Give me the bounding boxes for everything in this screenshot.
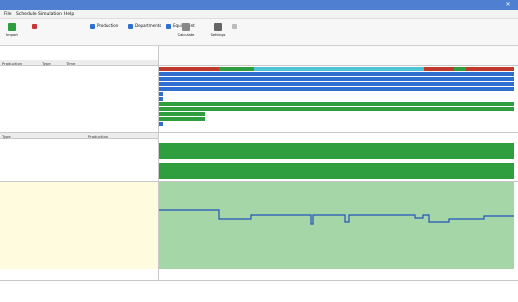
gantt-task-bar[interactable] [159,77,514,81]
chart-legend-panel [0,182,158,269]
resource-bars [159,133,518,181]
resource-table-body [0,139,158,181]
gantt-task-bar[interactable] [159,87,514,91]
load-line [159,209,514,225]
gantt-summary-bar[interactable] [254,67,424,71]
gantt-task-bar[interactable] [159,102,514,106]
settings-icon [214,23,222,31]
gantt-task-bar[interactable] [159,72,514,76]
menu-file[interactable]: File [4,12,12,17]
timeline-days [159,54,518,60]
gantt-task-bar[interactable] [159,107,514,111]
departments-label: Departments [135,23,162,28]
timeline-header [159,46,518,66]
production-button[interactable]: Production [90,23,118,29]
tool1-icon [32,23,37,29]
equipment-icon [166,23,171,29]
gantt-summary-bar[interactable] [454,67,466,71]
load-chart-svg [159,209,514,225]
import-label: Import [6,33,18,37]
gantt-task-bar[interactable] [159,122,163,126]
menu-schedule[interactable]: Schedule [16,12,37,17]
ribbon-toolbar: Import Production Departments Equipment … [0,19,518,46]
gantt-area [159,66,518,132]
gantt-summary-bar[interactable] [424,67,454,71]
settings-label: Settings [210,33,226,37]
tool5-icon [232,23,237,29]
chart-y-axis [150,183,159,268]
import-icon [8,23,16,31]
resource-bar[interactable] [159,155,514,159]
gantt-summary-bar[interactable] [466,67,514,71]
toolbar-button-5[interactable] [232,23,239,29]
toolbar-button-1[interactable] [32,23,39,29]
settings-button[interactable]: Settings [208,23,228,37]
bottom-bar [0,280,518,290]
calculate-label: Calculate [177,33,195,37]
task-table-body [0,66,158,132]
menu-bar: File Schedule Simulation Help [0,10,518,19]
table-row[interactable] [0,126,158,131]
title-bar: ✕ [0,0,518,10]
gantt-summary-bar[interactable] [159,67,219,71]
departments-button[interactable]: Departments [128,23,161,29]
production-icon [90,23,95,29]
menu-simulation[interactable]: Simulation [38,12,62,17]
calculate-icon [182,23,190,31]
menu-help[interactable]: Help [64,12,74,17]
calculate-button[interactable]: Calculate [176,23,196,37]
gantt-summary-bar[interactable] [219,67,254,71]
gantt-task-bar[interactable] [159,82,514,86]
resource-bar[interactable] [159,175,514,179]
departments-icon [128,23,133,29]
gantt-task-bar[interactable] [159,97,163,101]
import-button[interactable]: Import [2,23,22,37]
load-chart [159,182,514,269]
gantt-task-bar[interactable] [159,112,205,116]
gantt-task-bar[interactable] [159,92,163,96]
production-label: Production [97,23,119,28]
close-icon[interactable]: ✕ [504,1,512,9]
gantt-task-bar[interactable] [159,117,205,121]
